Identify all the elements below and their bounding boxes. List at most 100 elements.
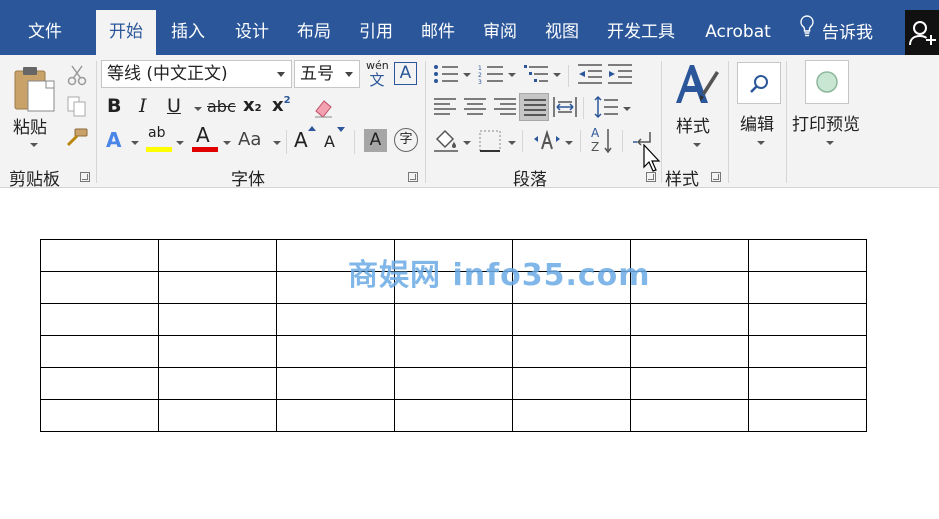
superscript-button[interactable]: x2 — [272, 95, 291, 116]
editing-dropdown-icon[interactable] — [757, 141, 765, 145]
table-cell[interactable] — [158, 399, 277, 432]
table-cell[interactable] — [40, 399, 159, 432]
table-cell[interactable] — [276, 399, 395, 432]
table-cell[interactable] — [512, 367, 631, 400]
line-spacing-button[interactable] — [593, 95, 619, 123]
paste-button[interactable] — [12, 65, 58, 117]
enclose-characters-button[interactable]: 字 — [394, 128, 418, 152]
font-size-combo[interactable]: 五号 — [294, 60, 360, 88]
table-cell[interactable] — [40, 335, 159, 368]
table-cell[interactable] — [158, 367, 277, 400]
decrease-indent-button[interactable] — [577, 63, 603, 89]
styles-dropdown-icon[interactable] — [693, 143, 701, 147]
tab-acrobat[interactable]: Acrobat — [696, 10, 780, 55]
tab-file[interactable]: 文件 — [14, 10, 76, 55]
table-cell[interactable] — [630, 367, 749, 400]
table-cell[interactable] — [276, 335, 395, 368]
italic-button[interactable]: I — [139, 95, 147, 117]
text-effects-button[interactable]: A — [106, 128, 121, 152]
bullets-button[interactable] — [433, 64, 459, 88]
multilevel-dropdown-icon[interactable] — [553, 73, 561, 77]
borders-dropdown-icon[interactable] — [508, 141, 516, 145]
font-launcher-icon[interactable] — [408, 172, 418, 182]
table-cell[interactable] — [40, 303, 159, 336]
copy-button[interactable] — [66, 95, 88, 121]
line-spacing-dropdown-icon[interactable] — [623, 107, 631, 111]
paste-dropdown-icon[interactable] — [30, 143, 38, 147]
table-cell[interactable] — [748, 399, 867, 432]
tell-me-box[interactable]: 告诉我 — [798, 10, 873, 55]
align-left-button[interactable] — [433, 97, 457, 121]
shrink-font-button[interactable]: A — [324, 127, 345, 151]
bullets-dropdown-icon[interactable] — [463, 73, 471, 77]
table-cell[interactable] — [748, 239, 867, 272]
table-cell[interactable] — [512, 399, 631, 432]
share-button[interactable] — [905, 10, 939, 55]
editing-button[interactable] — [737, 62, 781, 104]
table-cell[interactable] — [158, 271, 277, 304]
align-right-button[interactable] — [493, 97, 517, 121]
justify-button[interactable] — [519, 93, 549, 121]
table-cell[interactable] — [276, 303, 395, 336]
styles-button[interactable] — [672, 61, 720, 111]
table-cell[interactable] — [630, 303, 749, 336]
table-cell[interactable] — [512, 335, 631, 368]
print-preview-dropdown-icon[interactable] — [826, 141, 834, 145]
table-cell[interactable] — [40, 367, 159, 400]
text-effects-dropdown-icon[interactable] — [131, 141, 139, 145]
table-cell[interactable] — [748, 335, 867, 368]
tab-view[interactable]: 视图 — [536, 10, 588, 55]
tab-review[interactable]: 审阅 — [474, 10, 526, 55]
strikethrough-button[interactable]: abc — [207, 97, 236, 116]
clear-formatting-button[interactable] — [312, 97, 336, 123]
table-cell[interactable] — [394, 303, 513, 336]
table-cell[interactable] — [748, 367, 867, 400]
align-center-button[interactable] — [463, 97, 487, 121]
table-cell[interactable] — [394, 399, 513, 432]
table-cell[interactable] — [512, 303, 631, 336]
change-case-dropdown-icon[interactable] — [273, 141, 281, 145]
shading-dropdown-icon[interactable] — [463, 141, 471, 145]
tab-insert[interactable]: 插入 — [162, 10, 214, 55]
borders-button[interactable] — [478, 129, 502, 157]
distributed-button[interactable] — [553, 96, 577, 122]
tab-home[interactable]: 开始 — [96, 10, 156, 55]
cut-button[interactable] — [66, 64, 88, 90]
table-cell[interactable] — [40, 271, 159, 304]
font-color-button[interactable]: A — [192, 123, 218, 153]
highlight-button[interactable]: ab — [146, 125, 172, 153]
chinese-layout-dropdown-icon[interactable] — [565, 141, 573, 145]
table-cell[interactable] — [630, 399, 749, 432]
underline-button[interactable]: U — [167, 95, 181, 117]
table-cell[interactable] — [394, 367, 513, 400]
tab-developer[interactable]: 开发工具 — [598, 10, 684, 55]
grow-font-button[interactable]: A — [294, 126, 316, 152]
format-painter-button[interactable] — [65, 127, 89, 153]
character-shading-button[interactable]: A — [364, 129, 387, 152]
tab-layout[interactable]: 布局 — [288, 10, 340, 55]
highlight-dropdown-icon[interactable] — [176, 141, 184, 145]
shading-button[interactable] — [433, 129, 459, 157]
chinese-layout-button[interactable] — [533, 129, 561, 157]
table-cell[interactable] — [158, 303, 277, 336]
styles-launcher-icon[interactable] — [711, 172, 721, 182]
bold-button[interactable]: B — [107, 95, 121, 117]
table-cell[interactable] — [158, 335, 277, 368]
tab-design[interactable]: 设计 — [226, 10, 278, 55]
table-cell[interactable] — [40, 239, 159, 272]
tab-mailings[interactable]: 邮件 — [412, 10, 464, 55]
table-cell[interactable] — [630, 335, 749, 368]
table-cell[interactable] — [276, 367, 395, 400]
numbering-dropdown-icon[interactable] — [508, 73, 516, 77]
phonetic-guide-button[interactable]: wén 文 — [366, 60, 389, 90]
multilevel-list-button[interactable] — [523, 64, 549, 88]
change-case-button[interactable]: Aa — [238, 129, 261, 150]
font-color-dropdown-icon[interactable] — [223, 141, 231, 145]
table-cell[interactable] — [158, 239, 277, 272]
character-border-button[interactable]: A — [394, 62, 417, 85]
table-cell[interactable] — [394, 335, 513, 368]
underline-dropdown-icon[interactable] — [194, 107, 202, 111]
tab-references[interactable]: 引用 — [350, 10, 402, 55]
font-name-combo[interactable]: 等线 (中文正文) — [101, 60, 292, 88]
increase-indent-button[interactable] — [607, 63, 633, 89]
